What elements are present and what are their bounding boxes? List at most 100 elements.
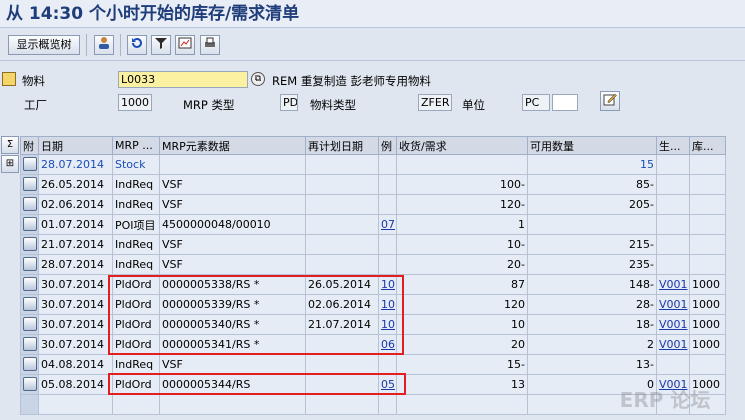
row-select-button[interactable] <box>20 234 39 255</box>
detail-icon[interactable] <box>22 157 37 171</box>
row-select-button[interactable] <box>20 294 39 315</box>
refresh-icon[interactable] <box>127 35 147 55</box>
detail-icon[interactable] <box>22 377 37 391</box>
cell-storage-location: 1000 <box>689 274 726 295</box>
col-header-storage-location[interactable]: 库... <box>689 136 726 155</box>
cell-available-qty <box>527 214 657 235</box>
cell-mrp-element-data: 0000005341/RS * <box>159 334 306 355</box>
cell-receipt-requirement: 120 <box>396 294 528 315</box>
table-row[interactable]: 01.07.2014 POI项目 4500000048/00010 07 1 <box>20 214 726 235</box>
cell-exception-link[interactable]: 07 <box>378 214 397 235</box>
cell-production-version[interactable]: V001 <box>656 314 690 335</box>
row-select-button[interactable] <box>20 194 39 215</box>
row-select-button[interactable] <box>20 154 39 175</box>
cell-exception-link[interactable]: 05 <box>378 374 397 395</box>
detail-icon[interactable] <box>22 317 37 331</box>
cell-date: 30.07.2014 <box>38 314 113 335</box>
table-row[interactable]: 30.07.2014 PldOrd 0000005338/RS * 26.05.201… <box>20 274 726 295</box>
cell-available-qty: 85- <box>527 174 657 195</box>
cell-mrp-element-data <box>159 394 306 415</box>
table-row[interactable]: 28.07.2014 IndReq VSF 20- 235- <box>20 254 726 275</box>
cell-receipt-requirement: 120- <box>396 194 528 215</box>
row-select-button[interactable] <box>20 354 39 375</box>
detail-icon[interactable] <box>22 357 37 371</box>
col-header-exception[interactable]: 例 <box>378 136 397 155</box>
cell-reschedule-date <box>305 254 379 275</box>
hierarchy-icon[interactable]: ⊞ <box>1 155 19 173</box>
table-row[interactable]: 26.05.2014 IndReq VSF 100- 85- <box>20 174 726 195</box>
toolbar-separator <box>86 34 87 56</box>
cell-mrp-element: IndReq <box>112 194 160 215</box>
row-select-button[interactable] <box>20 254 39 275</box>
cell-production-version <box>656 254 690 275</box>
row-select-button[interactable] <box>20 274 39 295</box>
detail-icon[interactable] <box>22 257 37 271</box>
row-select-button[interactable] <box>20 394 39 415</box>
col-header-available-qty[interactable]: 可用数量 <box>527 136 657 155</box>
detail-icon[interactable] <box>22 237 37 251</box>
detail-icon[interactable] <box>22 177 37 191</box>
cell-storage-location <box>689 354 726 375</box>
row-select-button[interactable] <box>20 334 39 355</box>
row-select-button[interactable] <box>20 174 39 195</box>
table-row[interactable]: 30.07.2014 PldOrd 0000005340/RS * 21.07.201… <box>20 314 726 335</box>
detail-icon[interactable] <box>22 277 37 291</box>
sum-icon[interactable]: Σ <box>1 136 19 154</box>
cell-production-version <box>656 234 690 255</box>
cell-mrp-element: IndReq <box>112 254 160 275</box>
cell-mrp-element: PldOrd <box>112 374 160 395</box>
material-label: 物料 <box>22 74 45 88</box>
cell-production-version[interactable]: V001 <box>656 274 690 295</box>
cell-mrp-element-data: VSF <box>159 234 306 255</box>
unit-extra-field[interactable] <box>552 94 578 111</box>
cell-production-version <box>656 154 690 175</box>
cell-exception-link <box>378 174 397 195</box>
col-header-reschedule-date[interactable]: 再计划日期 <box>305 136 379 155</box>
col-header-attachment[interactable]: 附 <box>20 136 39 155</box>
cell-exception-link[interactable]: 10 <box>378 274 397 295</box>
cell-exception-link <box>378 394 397 415</box>
material-field[interactable]: L0033 <box>118 71 248 88</box>
table-row[interactable]: 28.07.2014 Stock 15 <box>20 154 726 175</box>
cell-exception-link[interactable]: 10 <box>378 314 397 335</box>
table-row[interactable]: 02.06.2014 IndReq VSF 120- 205- <box>20 194 726 215</box>
table-row[interactable]: 30.07.2014 PldOrd 0000005339/RS * 02.06.201… <box>20 294 726 315</box>
graph-icon[interactable] <box>175 35 195 55</box>
cell-production-version[interactable]: V001 <box>656 294 690 315</box>
row-select-button[interactable] <box>20 214 39 235</box>
col-header-mrp-element-data[interactable]: MRP元素数据 <box>159 136 306 155</box>
col-header-receipt-requirement[interactable]: 收货/需求 <box>396 136 528 155</box>
col-header-mrp-element[interactable]: MRP ... <box>112 136 160 155</box>
table-row[interactable]: 30.07.2014 PldOrd 0000005341/RS * 06 20 2 V001… <box>20 334 726 355</box>
material-lookup-icon[interactable]: ⧉ <box>251 72 265 86</box>
detail-icon[interactable] <box>22 337 37 351</box>
material-description: REM 重复制造 彭老师专用物料 <box>272 74 431 88</box>
cell-receipt-requirement <box>396 154 528 175</box>
cell-available-qty: 2 <box>527 334 657 355</box>
unit-field: PC <box>522 94 550 111</box>
table-row[interactable]: 04.08.2014 IndReq VSF 15- 13- <box>20 354 726 375</box>
cell-exception-link[interactable]: 10 <box>378 294 397 315</box>
table-row[interactable]: 21.07.2014 IndReq VSF 10- 215- <box>20 234 726 255</box>
col-header-date[interactable]: 日期 <box>38 136 113 155</box>
cell-receipt-requirement: 10 <box>396 314 528 335</box>
edit-icon[interactable] <box>600 91 620 111</box>
row-select-button[interactable] <box>20 374 39 395</box>
stock-requirements-grid: 附 日期 MRP ... MRP元素数据 再计划日期 例 收货/需求 可用数量 … <box>20 136 726 415</box>
cell-receipt-requirement: 1 <box>396 214 528 235</box>
detail-icon[interactable] <box>22 217 37 231</box>
grid-header-row: 附 日期 MRP ... MRP元素数据 再计划日期 例 收货/需求 可用数量 … <box>20 136 726 155</box>
detail-icon[interactable] <box>22 297 37 311</box>
show-overview-tree-button[interactable]: 显示概览树 <box>8 35 80 55</box>
col-header-production-version[interactable]: 生... <box>656 136 690 155</box>
person-icon[interactable] <box>94 35 114 55</box>
cell-production-version[interactable]: V001 <box>656 334 690 355</box>
grid-side-icons: Σ ⊞ <box>0 136 20 174</box>
print-icon[interactable] <box>200 35 220 55</box>
filter-icon[interactable] <box>151 35 171 55</box>
cell-production-version <box>656 174 690 195</box>
detail-icon[interactable] <box>22 197 37 211</box>
row-select-button[interactable] <box>20 314 39 335</box>
cell-exception-link[interactable]: 06 <box>378 334 397 355</box>
cell-mrp-element-data: VSF <box>159 354 306 375</box>
